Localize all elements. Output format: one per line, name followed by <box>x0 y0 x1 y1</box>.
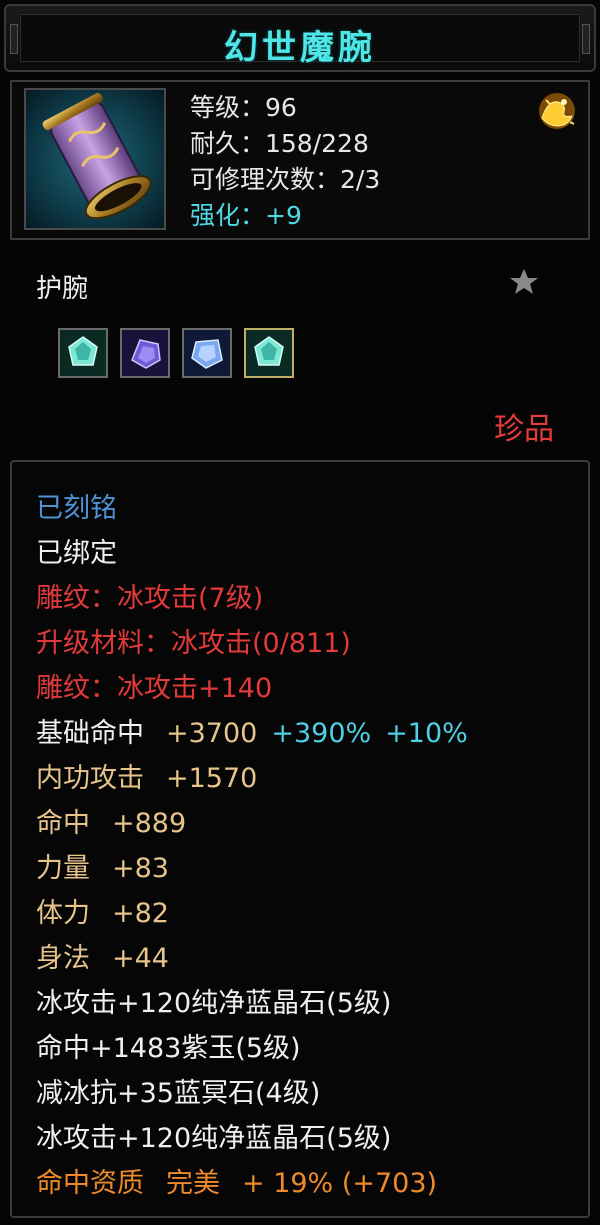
bracer-item-icon[interactable] <box>24 88 166 230</box>
cyan-gem-icon[interactable] <box>244 328 294 378</box>
title-bar: 幻世魔腕 <box>4 4 596 72</box>
repair-count: 可修理次数：2/3 <box>190 165 381 194</box>
base-hit-bonus-2: +10% <box>385 718 468 749</box>
carving-bonus-line: 雕纹：冰攻击+140 <box>36 673 273 704</box>
upgrade-material-line: 升级材料：冰攻击(0/811) <box>36 628 351 659</box>
agility-label: 身法 <box>36 943 90 974</box>
item-header-panel: 等级：96 耐久：158/228 可修理次数：2/3 强化：+9 <box>10 80 590 240</box>
blue-gem-icon[interactable] <box>182 328 232 378</box>
strength-value: +83 <box>112 853 169 884</box>
internal-attack-label: 内功攻击 <box>36 763 144 794</box>
base-hit-label: 基础命中 <box>36 718 144 749</box>
item-durability: 耐久：158/228 <box>190 129 369 158</box>
gem-bonus-3: 减冰抗+35蓝冥石(4级) <box>36 1078 321 1109</box>
aptitude-line: 命中资质 完美 + 19% (+703) <box>36 1167 437 1201</box>
base-hit-value: +3700 <box>166 718 258 749</box>
hit-line: 命中 +889 <box>36 807 186 841</box>
strength-label: 力量 <box>36 853 90 884</box>
item-level: 等级：96 <box>190 93 297 122</box>
internal-attack-line: 内功攻击 +1570 <box>36 762 257 796</box>
stamina-label: 体力 <box>36 898 90 929</box>
strength-line: 力量 +83 <box>36 852 169 886</box>
rarity-label: 珍品 <box>494 412 554 447</box>
attribute-panel: 已刻铭 已绑定 雕纹：冰攻击(7级) 升级材料：冰攻击(0/811) 雕纹：冰攻… <box>10 460 590 1218</box>
hit-value: +889 <box>112 808 187 839</box>
stamina-value: +82 <box>112 898 169 929</box>
internal-attack-value: +1570 <box>166 763 258 794</box>
item-name: 幻世魔腕 <box>224 28 376 68</box>
agility-value: +44 <box>112 943 169 974</box>
cyan-gem-icon[interactable] <box>58 328 108 378</box>
star-icon[interactable] <box>508 266 540 298</box>
aptitude-grade: 完美 <box>166 1168 220 1199</box>
stamina-line: 体力 +82 <box>36 897 169 931</box>
gem-bonus-2: 命中+1483紫玉(5级) <box>36 1033 301 1064</box>
engraved-status: 已刻铭 <box>36 493 117 524</box>
gem-bonus-1: 冰攻击+120纯净蓝晶石(5级) <box>36 988 392 1019</box>
aptitude-label: 命中资质 <box>36 1168 144 1199</box>
aptitude-value: + 19% (+703) <box>242 1168 438 1199</box>
enhance-level: 强化：+9 <box>190 201 302 230</box>
hit-label: 命中 <box>36 808 90 839</box>
base-hit-line: 基础命中 +3700 +390% +10% <box>36 717 468 751</box>
golden-dragon-rank-icon <box>534 88 580 134</box>
carving-line: 雕纹：冰攻击(7级) <box>36 583 264 614</box>
base-hit-bonus-1: +390% <box>271 718 372 749</box>
item-type: 护腕 <box>36 274 89 304</box>
gem-bonus-4: 冰攻击+120纯净蓝晶石(5级) <box>36 1123 392 1154</box>
agility-line: 身法 +44 <box>36 942 169 976</box>
bound-status: 已绑定 <box>36 538 117 569</box>
item-tooltip: 幻世魔腕 等级：96 耐久：158/228 可修理次数：2/3 强化：+9 护腕… <box>0 0 600 1225</box>
purple-gem-icon[interactable] <box>120 328 170 378</box>
